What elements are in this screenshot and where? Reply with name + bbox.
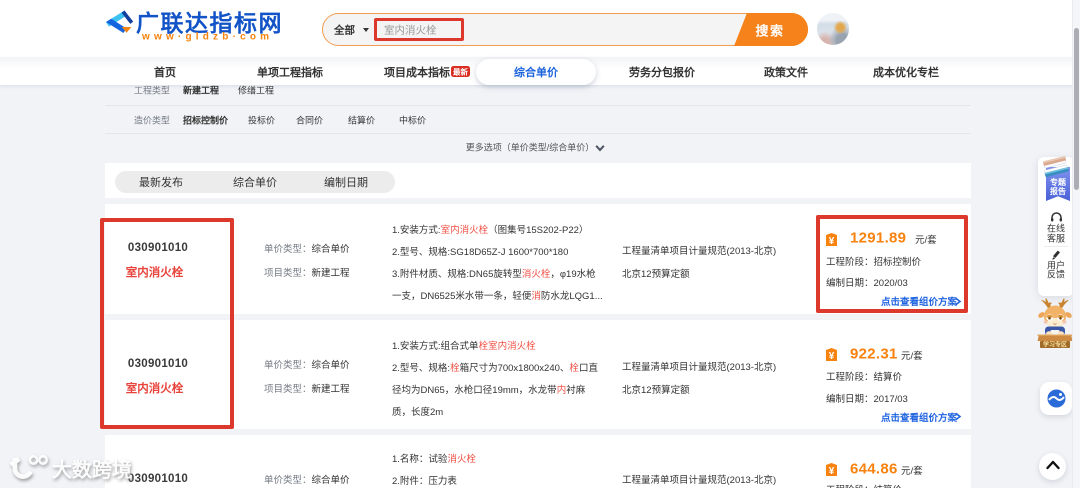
svg-text:¥: ¥: [829, 466, 835, 476]
svg-text:大数跨境: 大数跨境: [52, 458, 132, 482]
svg-text:学习专区: 学习专区: [1043, 341, 1067, 348]
svg-text:¥: ¥: [829, 351, 835, 361]
